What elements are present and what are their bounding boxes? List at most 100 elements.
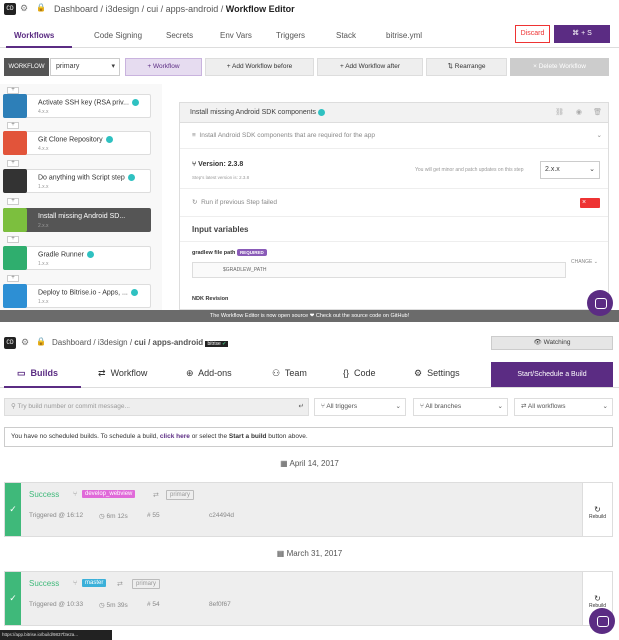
- delete-workflow-button[interactable]: × Delete Workflow: [510, 58, 609, 76]
- branch-tag[interactable]: develop_webview: [82, 490, 136, 498]
- step-name: Deploy to Bitrise.io - Apps, ...: [38, 289, 138, 296]
- breadcrumb-page: Workflow Editor: [225, 4, 295, 14]
- step-item[interactable]: Gradle Runner 1.x.x: [3, 246, 151, 270]
- watching-button[interactable]: 👁 Watching: [491, 336, 613, 350]
- tab-settings[interactable]: ⚙ Settings: [414, 368, 460, 379]
- tab-triggers[interactable]: Triggers: [276, 31, 305, 40]
- build-row[interactable]: ✓ Success ⑂ master ⇄ primary Triggered @…: [4, 571, 613, 626]
- breadcrumb-dashboard[interactable]: Dashboard: [54, 4, 98, 14]
- tab-workflow[interactable]: ⇄ Workflow: [98, 368, 147, 379]
- add-workflow-button[interactable]: + Workflow: [125, 58, 202, 76]
- code-icon: {}: [343, 368, 350, 378]
- verified-icon: [86, 251, 94, 258]
- screenshot-root: CD ⚙ 🔒 Dashboard / i3design / cui / apps…: [0, 0, 619, 640]
- trash-icon[interactable]: 🗑: [593, 103, 602, 123]
- tab-stack[interactable]: Stack: [336, 31, 356, 40]
- add-step-button[interactable]: +: [7, 275, 19, 282]
- build-number: # 55: [147, 512, 160, 519]
- required-badge: REQUIRED: [236, 249, 267, 256]
- branch-icon: ⑂: [73, 580, 78, 587]
- tab-builds[interactable]: ▭ Builds: [17, 368, 58, 379]
- start-build-button[interactable]: Start/Schedule a Build: [491, 362, 613, 387]
- workflows-filter[interactable]: ⇄ All workflows ⌄: [514, 398, 613, 416]
- workflow-tag: primary: [166, 490, 195, 500]
- rearrange-button[interactable]: ⇅ Rearrange: [426, 58, 507, 76]
- tab-code-signing[interactable]: Code Signing: [94, 31, 142, 40]
- workflow-toolbar: WORKFLOW primary ▾ + Workflow + Add Work…: [0, 56, 619, 78]
- add-step-button[interactable]: +: [7, 198, 19, 205]
- breadcrumb-app: cui / apps-android: [134, 338, 204, 347]
- step-version: 1.x.x: [38, 184, 49, 190]
- bitrise-badge: bitrise ✔: [205, 341, 229, 347]
- commit-hash: 8ef0f67: [209, 601, 231, 608]
- editor-topbar: CD ⚙ 🔒 Dashboard / i3design / cui / apps…: [0, 0, 619, 22]
- open-source-banner[interactable]: The Workflow Editor is now open source ❤…: [0, 310, 619, 322]
- breadcrumb: Dashboard / i3design / cui / apps-androi…: [52, 338, 229, 347]
- add-step-button[interactable]: +: [7, 87, 19, 94]
- success-check-icon: ✓: [5, 483, 21, 536]
- chat-icon[interactable]: [589, 608, 615, 634]
- schedule-link[interactable]: click here: [160, 433, 190, 440]
- add-workflow-after-button[interactable]: + Add Workflow after: [317, 58, 423, 76]
- bitrise-logo[interactable]: CD: [4, 3, 16, 15]
- chat-icon[interactable]: [587, 290, 613, 316]
- tab-code[interactable]: {} Code: [343, 368, 376, 378]
- status-bar-url: https://app.bitrise.io/build/9837f3e2a..…: [0, 630, 112, 640]
- step-description-row[interactable]: ≡ Install Android SDK components that ar…: [180, 123, 608, 149]
- build-duration: ◷ 6m 12s: [99, 513, 128, 520]
- step-item-selected[interactable]: Install missing Android SD... 2.x.x: [3, 208, 151, 232]
- breadcrumb-dashboard[interactable]: Dashboard: [52, 338, 91, 347]
- bitrise-logo[interactable]: CD: [4, 337, 16, 349]
- clock-icon: ◷: [99, 513, 105, 520]
- github-icon[interactable]: ◉: [576, 103, 582, 123]
- rebuild-button[interactable]: ↻ Rebuild: [582, 483, 612, 536]
- run-if-toggle[interactable]: ×: [580, 198, 600, 208]
- gradlew-input[interactable]: $GRADLEW_PATH: [192, 262, 566, 278]
- version-select[interactable]: 2.x.x ⌄: [540, 161, 600, 179]
- step-version: 2.x.x: [38, 223, 49, 229]
- add-workflow-before-button[interactable]: + Add Workflow before: [205, 58, 314, 76]
- step-list: + Activate SSH key (RSA priv... 4.x.x + …: [0, 84, 162, 310]
- tab-secrets[interactable]: Secrets: [166, 31, 193, 40]
- link-icon[interactable]: ⛓: [555, 103, 564, 123]
- search-input[interactable]: ⚲ Try build number or commit message... ↵: [4, 398, 309, 416]
- version-sub: Step's latest version is: 2.3.8: [192, 175, 250, 180]
- active-tab-underline: [6, 46, 72, 48]
- run-if-row: ↻ Run if previous Step failed ×: [180, 189, 608, 217]
- calendar-icon: ▦: [280, 459, 288, 468]
- triggered-time: Triggered @ 10:33: [29, 601, 84, 608]
- branch-icon: ⑂: [420, 403, 424, 410]
- git-icon: [3, 131, 27, 155]
- calendar-icon: ▦: [276, 549, 285, 558]
- filter-icon: ⑂: [321, 403, 325, 410]
- build-row[interactable]: ✓ Success ⑂ develop_webview ⇄ primary Tr…: [4, 482, 613, 537]
- add-step-button[interactable]: +: [7, 236, 19, 243]
- triggers-filter[interactable]: ⑂ All triggers ⌄: [314, 398, 406, 416]
- date-divider: ▦ April 14, 2017: [280, 459, 339, 468]
- tab-env-vars[interactable]: Env Vars: [220, 31, 252, 40]
- breadcrumb-org[interactable]: i3design: [106, 4, 140, 14]
- step-version: 4.x.x: [38, 146, 49, 152]
- step-item[interactable]: Activate SSH key (RSA priv... 4.x.x: [3, 94, 151, 118]
- add-step-button[interactable]: +: [7, 122, 19, 129]
- step-item[interactable]: Do anything with Script step 1.x.x: [3, 169, 151, 193]
- workflow-select[interactable]: primary ▾: [50, 58, 120, 76]
- input-variables-title: Input variables: [192, 225, 249, 234]
- tab-addons[interactable]: ⊕ Add-ons: [186, 368, 232, 379]
- save-button[interactable]: ⌘ + S: [554, 25, 610, 43]
- breadcrumb-org[interactable]: i3design: [98, 338, 128, 347]
- step-version: 1.x.x: [38, 299, 49, 305]
- branch-icon: ⑂: [73, 491, 78, 498]
- tab-workflows[interactable]: Workflows: [14, 31, 54, 40]
- branch-tag[interactable]: master: [82, 579, 107, 587]
- branches-filter[interactable]: ⑂ All branches ⌄: [413, 398, 508, 416]
- breadcrumb-app[interactable]: cui / apps-android: [147, 4, 219, 14]
- discard-button[interactable]: Discard: [515, 25, 550, 43]
- eye-icon: 👁: [533, 339, 542, 346]
- add-step-button[interactable]: +: [7, 160, 19, 167]
- tab-bitrise-yml[interactable]: bitrise.yml: [386, 31, 422, 40]
- step-item[interactable]: Deploy to Bitrise.io - Apps, ... 1.x.x: [3, 284, 151, 308]
- step-item[interactable]: Git Clone Repository 4.x.x: [3, 131, 151, 155]
- tab-team[interactable]: ⚇ Team: [272, 368, 307, 379]
- change-button[interactable]: CHANGE ⌄: [571, 259, 598, 265]
